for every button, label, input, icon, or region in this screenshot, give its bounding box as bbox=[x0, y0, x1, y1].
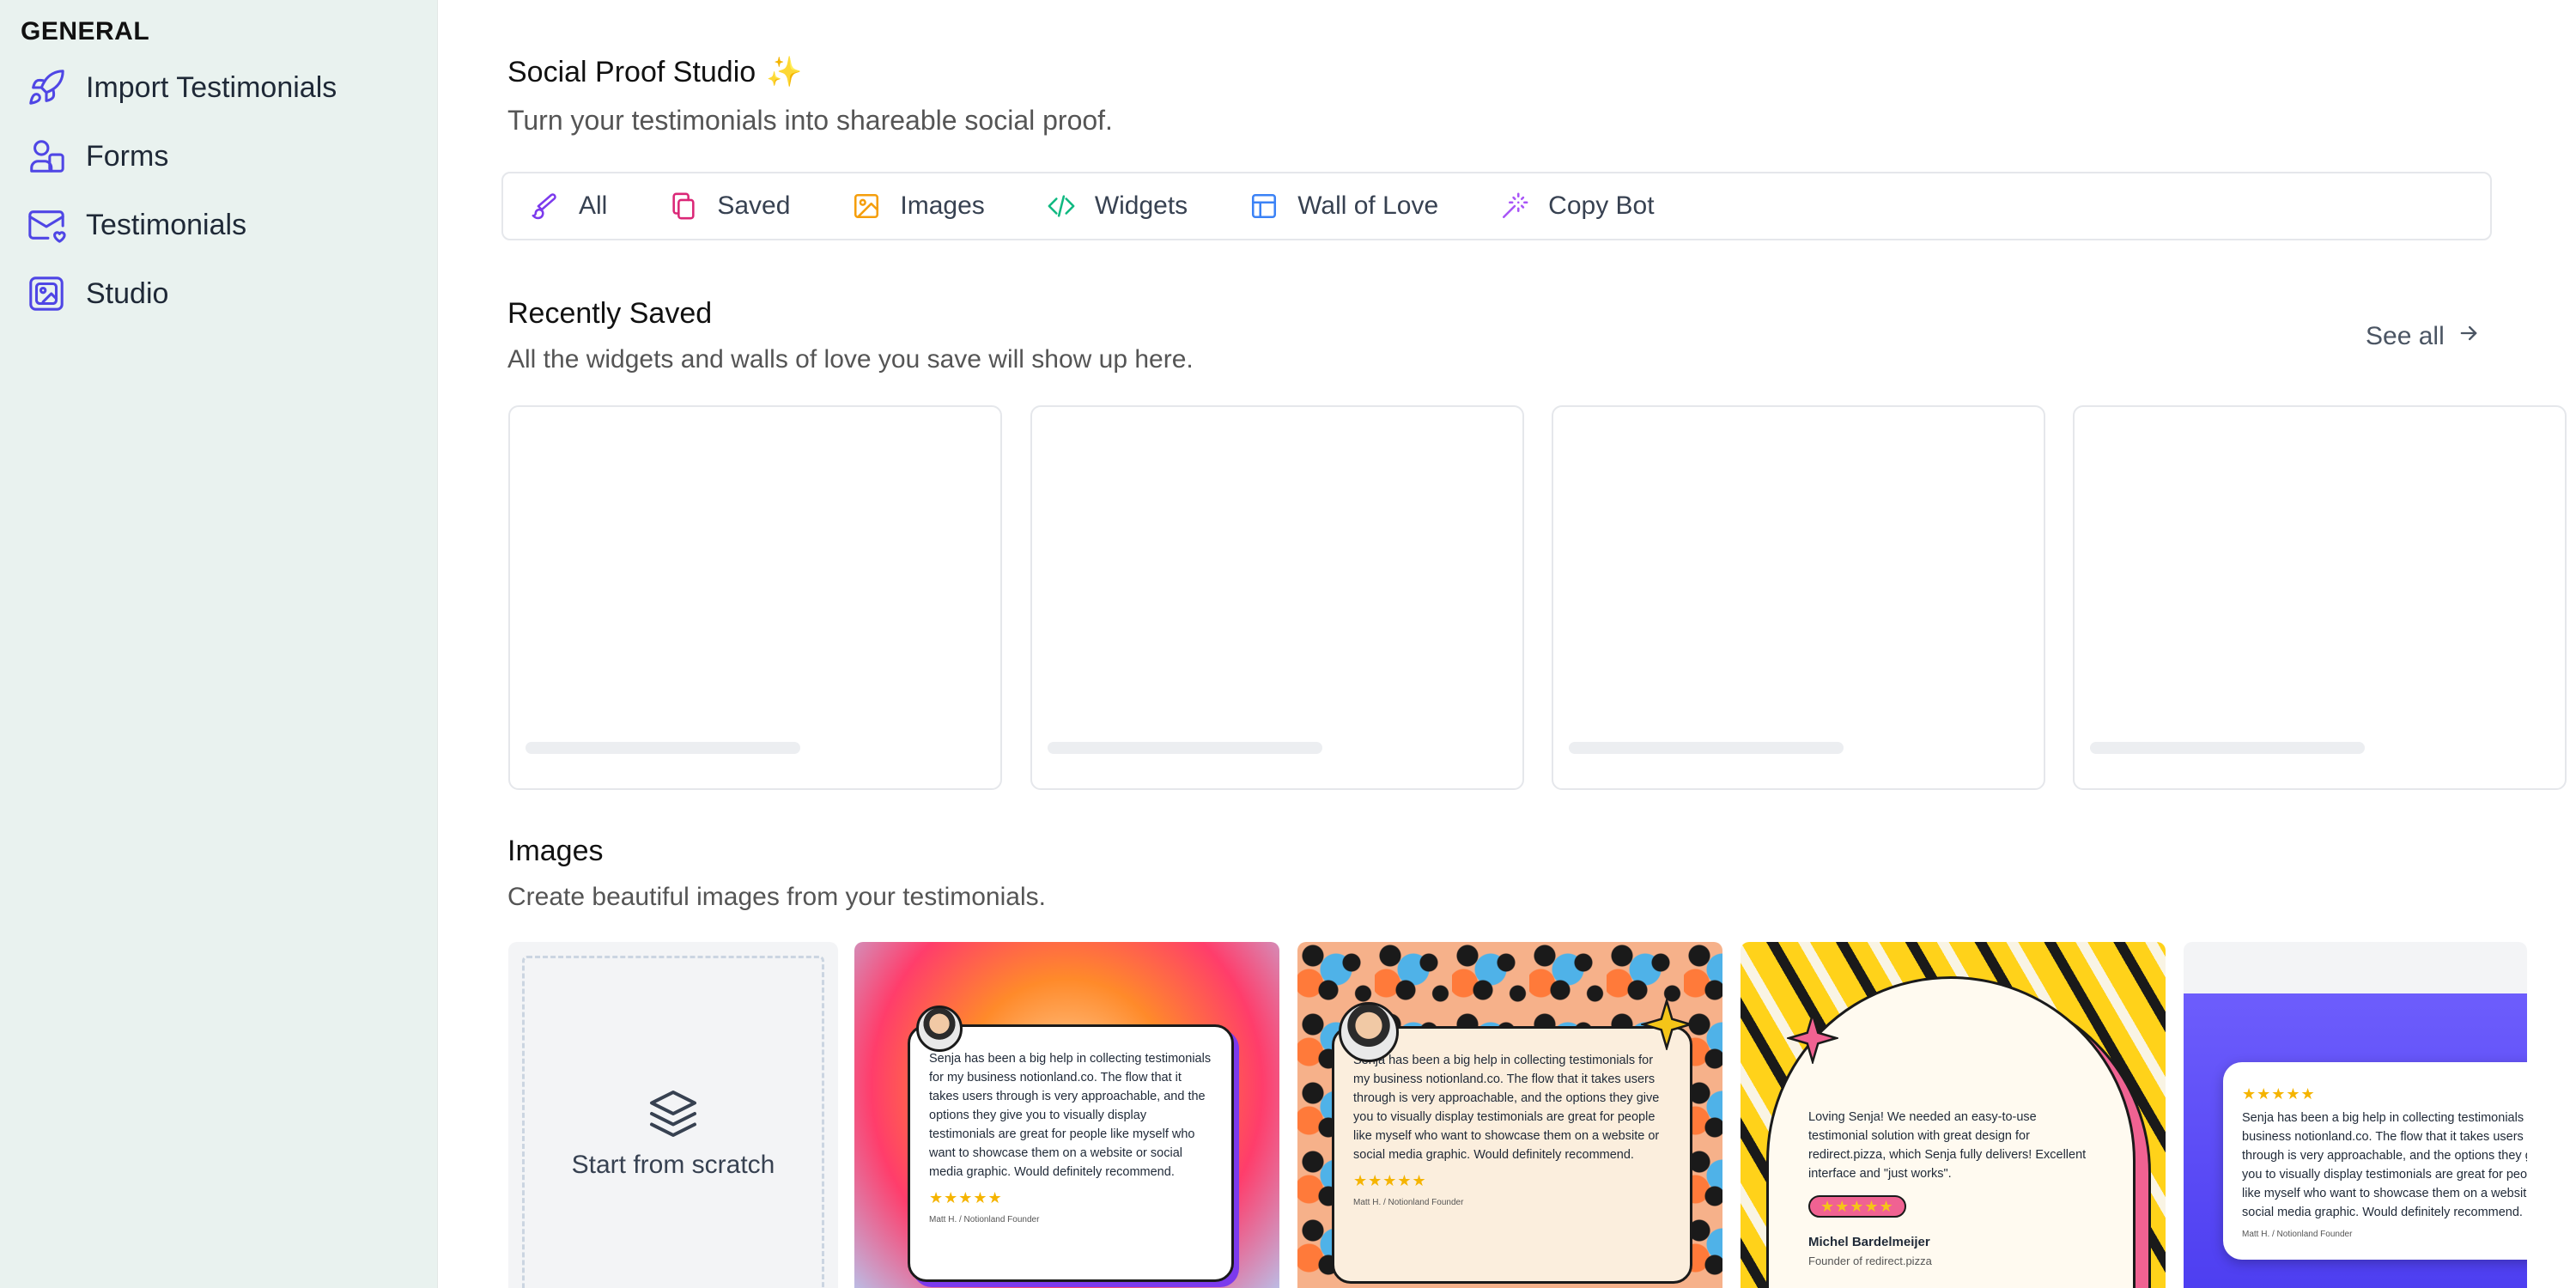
testimonial-author: Matt H. / Notionland Founder bbox=[2242, 1230, 2353, 1239]
loading-skeleton bbox=[2090, 742, 2365, 754]
loading-skeleton bbox=[1048, 742, 1322, 754]
tab-label: Saved bbox=[717, 191, 791, 220]
testimonial-author-role: Founder of redirect.pizza bbox=[1808, 1255, 1932, 1267]
image-frame-icon bbox=[26, 273, 67, 314]
code-icon bbox=[1045, 190, 1078, 222]
tab-wall-of-love[interactable]: Wall of Love bbox=[1248, 190, 1438, 222]
layout-icon bbox=[1248, 190, 1280, 222]
star-rating: ★★★★★ bbox=[929, 1189, 1003, 1206]
sidebar-item-studio[interactable]: Studio bbox=[26, 268, 168, 319]
testimonial-card: Senja has been a big help in collecting … bbox=[1332, 1026, 1692, 1284]
saved-item-placeholder[interactable] bbox=[2073, 405, 2567, 790]
sparkle-icon bbox=[1641, 999, 1692, 1050]
page-title: Social Proof Studio ✨ bbox=[507, 55, 803, 89]
page-subtitle: Turn your testimonials into shareable so… bbox=[507, 105, 1113, 136]
sidebar-item-label: Import Testimonials bbox=[86, 70, 337, 104]
images-section-subtitle: Create beautiful images from your testim… bbox=[507, 883, 1046, 911]
recently-saved-title: Recently Saved bbox=[507, 297, 713, 330]
testimonial-card: ★★★★★ Senja has been a big help in colle… bbox=[2223, 1062, 2527, 1260]
mail-heart-icon bbox=[26, 204, 67, 246]
sidebar-item-label: Forms bbox=[86, 139, 169, 173]
copy-icon bbox=[667, 190, 700, 222]
sidebar-section-title: GENERAL bbox=[21, 17, 150, 46]
recently-saved-subtitle: All the widgets and walls of love you sa… bbox=[507, 345, 1194, 374]
avatar bbox=[916, 1005, 963, 1052]
start-from-scratch-card[interactable]: Start from scratch bbox=[508, 942, 838, 1288]
tab-label: Copy Bot bbox=[1548, 191, 1655, 220]
star-rating: ★★★★★ bbox=[1808, 1195, 1906, 1218]
tab-images[interactable]: Images bbox=[850, 190, 985, 222]
see-all-link[interactable]: See all bbox=[2366, 321, 2481, 352]
sidebar-item-testimonials[interactable]: Testimonials bbox=[26, 199, 246, 251]
sidebar-item-label: Testimonials bbox=[86, 208, 247, 241]
tab-widgets[interactable]: Widgets bbox=[1045, 190, 1188, 222]
star-rating: ★★★★★ bbox=[2242, 1085, 2316, 1103]
star-rating: ★★★★★ bbox=[1353, 1172, 1427, 1189]
sparkles-icon: ✨ bbox=[766, 56, 803, 88]
brush-icon bbox=[529, 190, 562, 222]
testimonial-text: Senja has been a big help in collecting … bbox=[2242, 1111, 2527, 1219]
saved-item-placeholder[interactable] bbox=[508, 405, 1002, 790]
page-title-text: Social Proof Studio bbox=[507, 55, 756, 88]
start-from-scratch-label: Start from scratch bbox=[571, 1151, 775, 1179]
tab-label: Wall of Love bbox=[1297, 191, 1439, 220]
studio-tabbar: All Saved Images Widgets Wall of Love Co… bbox=[501, 172, 2492, 240]
tab-saved[interactable]: Saved bbox=[667, 190, 790, 222]
sidebar-item-import-testimonials[interactable]: Import Testimonials bbox=[26, 62, 337, 113]
tab-label: All bbox=[579, 191, 608, 220]
testimonial-author: Michel Bardelmeijer bbox=[1808, 1235, 1930, 1249]
image-icon bbox=[850, 190, 883, 222]
image-template-arch[interactable]: Loving Senja! We needed an easy-to-use t… bbox=[1741, 942, 2166, 1288]
sidebar-item-label: Studio bbox=[86, 276, 169, 310]
testimonial-author: Matt H. / Notionland Founder bbox=[1353, 1198, 1464, 1207]
users-icon bbox=[26, 136, 67, 177]
tab-all[interactable]: All bbox=[529, 190, 607, 222]
tab-copy-bot[interactable]: Copy Bot bbox=[1498, 190, 1655, 222]
loading-skeleton bbox=[1569, 742, 1844, 754]
sparkle-icon bbox=[1787, 1012, 1838, 1064]
avatar bbox=[1339, 1002, 1399, 1062]
see-all-label: See all bbox=[2366, 322, 2445, 350]
saved-item-placeholder[interactable] bbox=[1030, 405, 1524, 790]
image-template-gradient[interactable]: Senja has been a big help in collecting … bbox=[854, 942, 1279, 1288]
tab-label: Widgets bbox=[1094, 191, 1188, 220]
rocket-icon bbox=[26, 67, 67, 108]
testimonial-card: Senja has been a big help in collecting … bbox=[908, 1024, 1234, 1282]
tab-label: Images bbox=[900, 191, 985, 220]
sidebar-item-forms[interactable]: Forms bbox=[26, 131, 168, 182]
magic-wand-icon bbox=[1498, 190, 1531, 222]
sidebar: GENERAL Import Testimonials Forms Testim… bbox=[0, 0, 438, 1288]
testimonial-text: Senja has been a big help in collecting … bbox=[1353, 1054, 1660, 1162]
image-template-leopard[interactable]: Senja has been a big help in collecting … bbox=[1297, 942, 1722, 1288]
testimonial-author: Matt H. / Notionland Founder bbox=[929, 1215, 1040, 1224]
image-template-purple[interactable]: ★★★★★ Senja has been a big help in colle… bbox=[2184, 942, 2527, 1288]
saved-item-placeholder[interactable] bbox=[1552, 405, 2045, 790]
images-section-title: Images bbox=[507, 835, 604, 867]
main-content: Social Proof Studio ✨ Turn your testimon… bbox=[438, 0, 2576, 1288]
testimonial-text: Senja has been a big help in collecting … bbox=[929, 1052, 1212, 1179]
arrow-right-icon bbox=[2457, 321, 2481, 352]
loading-skeleton bbox=[526, 742, 800, 754]
testimonial-text: Loving Senja! We needed an easy-to-use t… bbox=[1808, 1110, 2087, 1181]
layers-icon bbox=[647, 1088, 699, 1139]
